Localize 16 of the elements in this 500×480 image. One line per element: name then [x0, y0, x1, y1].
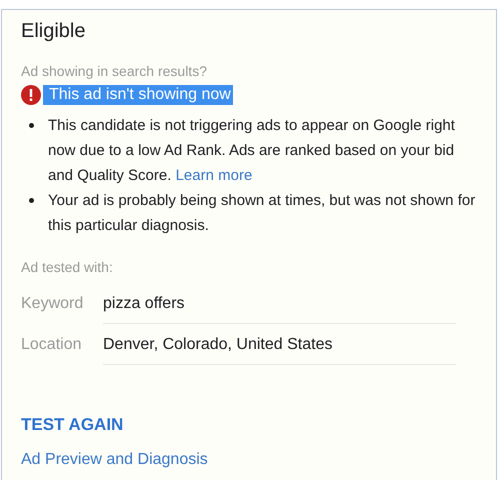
bullet-text: Your ad is probably being shown at times, but was not shown for this particular diagnosis. — [48, 191, 476, 236]
field-label: Location — [21, 335, 82, 355]
field-label: Keyword — [21, 294, 84, 314]
bullet-icon — [29, 123, 34, 128]
test-again-button[interactable]: TEST AGAIN — [21, 415, 124, 435]
bullet-icon — [29, 198, 34, 203]
tested-label: Ad tested with: — [21, 259, 114, 275]
error-icon — [21, 85, 41, 105]
bullet-text: This candidate is not triggering ads to appear on Google right now due to a low Ad Rank. Ads are ranked based on your bid and Quality Score. Learn more — [48, 116, 456, 186]
field-value: Denver, Colorado, United States — [103, 324, 456, 365]
learn-more-link[interactable]: Learn more — [176, 167, 252, 184]
field-value: pizza offers — [103, 283, 456, 324]
status-text: This ad isn't showing now — [43, 85, 233, 105]
card-title: Eligible — [21, 20, 86, 43]
preview-link[interactable]: Ad Preview and Diagnosis — [21, 451, 208, 469]
question-label: Ad showing in search results? — [21, 63, 208, 79]
